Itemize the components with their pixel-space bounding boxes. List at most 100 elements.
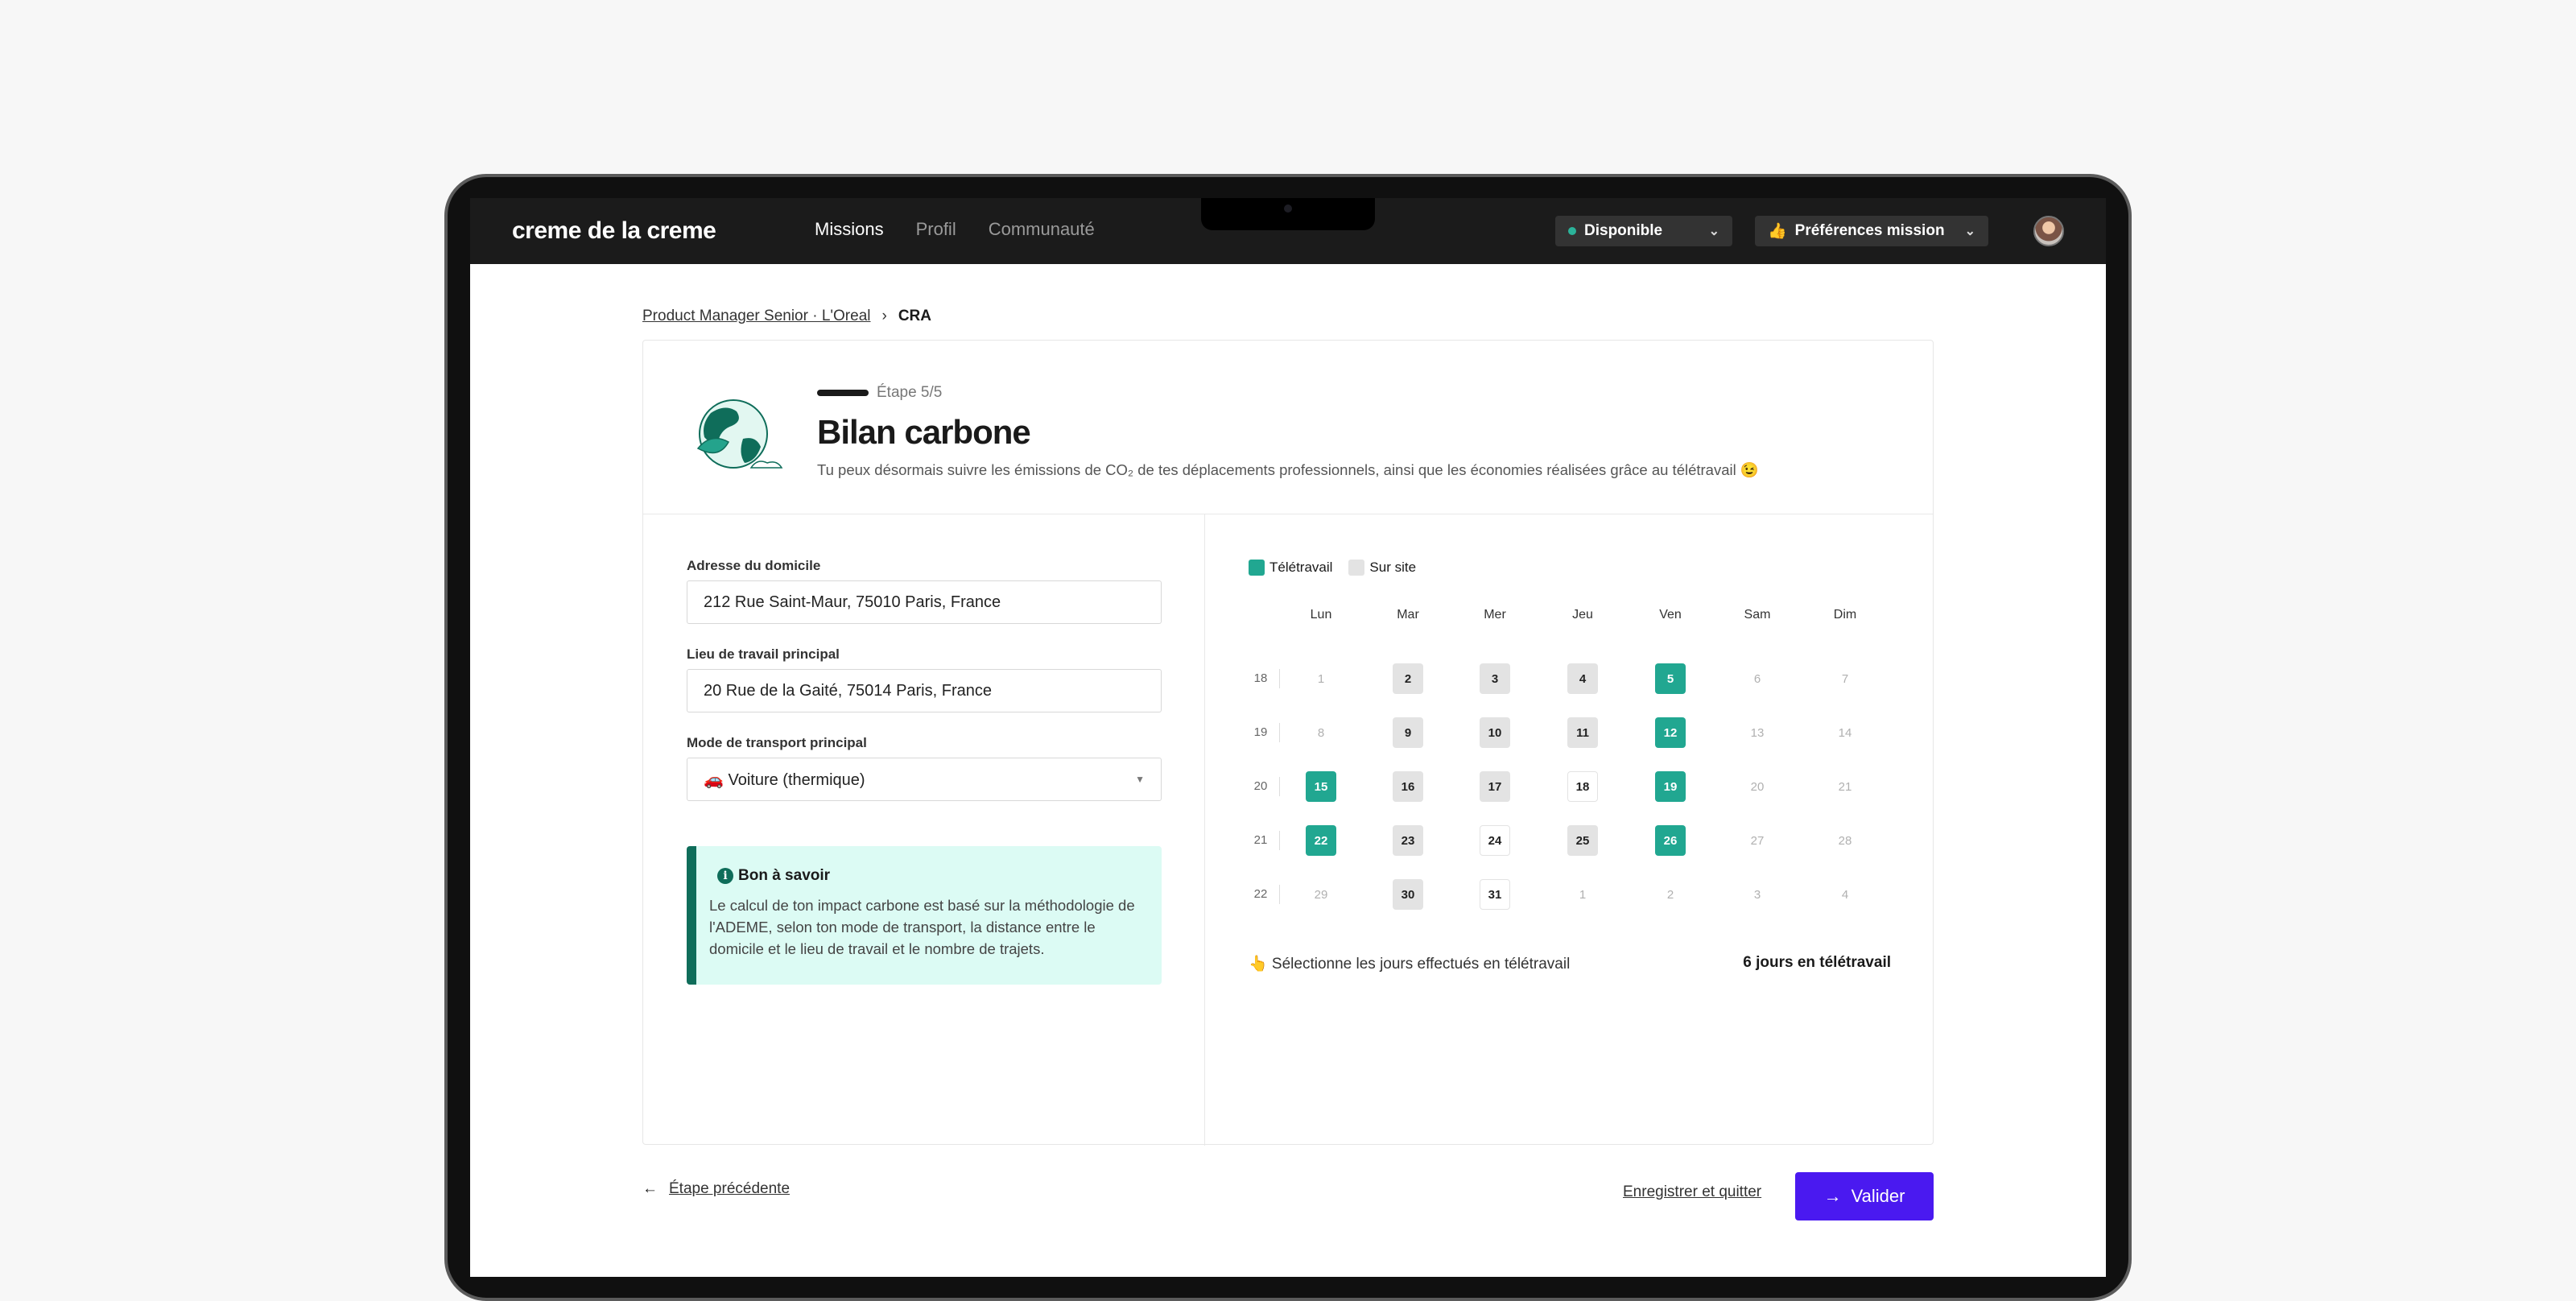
week-number: 19: [1253, 725, 1268, 739]
calendar-day[interactable]: 19: [1655, 771, 1686, 802]
info-icon: i: [717, 868, 733, 884]
info-text: Le calcul de ton impact carbone est basé…: [709, 897, 1135, 957]
home-address-field[interactable]: 212 Rue Saint-Maur, 75010 Paris, France: [687, 580, 1162, 624]
home-address-label: Adresse du domicile: [687, 558, 821, 573]
telework-count: 6 jours en télétravail: [1743, 954, 1891, 971]
transport-label: Mode de transport principal: [687, 735, 867, 750]
weekday-header: Sam: [1744, 608, 1771, 622]
week-number: 21: [1253, 833, 1268, 847]
weekday-header: Jeu: [1572, 608, 1593, 622]
calendar-day: 1: [1317, 671, 1325, 686]
work-address-label: Lieu de travail principal: [687, 646, 840, 662]
calendar-day: 4: [1841, 887, 1849, 902]
arrow-right-icon: →: [1823, 1186, 1842, 1206]
calendar-day[interactable]: 4: [1567, 663, 1598, 694]
info-title-row: i Bon à savoir: [717, 867, 1142, 885]
calendar-hint: 👆 Sélectionne les jours effectués en tél…: [1249, 956, 1571, 973]
chevron-right-icon: ›: [881, 308, 887, 324]
page-title: Bilan carbone: [817, 413, 1031, 451]
calendar-day: 1: [1579, 887, 1587, 902]
week-divider: [1279, 723, 1280, 742]
week-divider: [1279, 777, 1280, 796]
calendar-day[interactable]: 30: [1393, 879, 1423, 910]
step-progress-bar: [817, 390, 869, 396]
step-label: Étape 5/5: [877, 384, 943, 401]
validate-button[interactable]: → Valider: [1795, 1172, 1934, 1220]
calendar-day[interactable]: 15: [1306, 771, 1336, 802]
save-and-quit-link[interactable]: Enregistrer et quitter: [1623, 1183, 1761, 1201]
chevron-down-icon: ⌄: [1708, 225, 1719, 238]
nav-profil[interactable]: Profil: [916, 219, 956, 240]
calendar-day: 2: [1666, 887, 1674, 902]
earth-illustration-icon: [696, 399, 783, 469]
availability-label: Disponible: [1584, 222, 1663, 239]
breadcrumb-parent-link[interactable]: Product Manager Senior · L'Oreal: [642, 308, 871, 325]
week-divider: [1279, 669, 1280, 688]
calendar-day: 13: [1750, 725, 1765, 740]
calendar-day[interactable]: 22: [1306, 825, 1336, 856]
calendar-day[interactable]: 26: [1655, 825, 1686, 856]
avatar[interactable]: [2033, 216, 2064, 246]
work-address-field[interactable]: 20 Rue de la Gaité, 75014 Paris, France: [687, 669, 1162, 712]
breadcrumb: Product Manager Senior · L'Oreal › CRA: [642, 308, 931, 325]
carbon-card: Étape 5/5 Bilan carbone Tu peux désormai…: [642, 340, 1934, 1146]
calendar-day: 20: [1750, 779, 1765, 794]
previous-step-link[interactable]: ← Étape précédente: [642, 1180, 790, 1198]
weekday-header: Mar: [1397, 608, 1419, 622]
chevron-down-icon: ⌄: [1964, 225, 1975, 238]
camera-notch: [1201, 198, 1375, 230]
calendar-legend: Télétravail Sur site: [1249, 560, 1416, 576]
calendar-day: 14: [1838, 725, 1852, 740]
nav-communaute[interactable]: Communauté: [989, 219, 1095, 240]
legend-telework: Télétravail: [1249, 560, 1332, 576]
preferences-dropdown[interactable]: 👍 Préférences mission ⌄: [1755, 216, 1988, 246]
thumbs-up-icon: 👍: [1768, 223, 1787, 240]
app-screen: creme de la creme Missions Profil Commun…: [470, 198, 2106, 1277]
week-divider: [1279, 885, 1280, 904]
legend-telework-swatch: [1249, 560, 1265, 576]
week-number: 22: [1253, 887, 1268, 901]
calendar-day[interactable]: 2: [1393, 663, 1423, 694]
calendar-day[interactable]: 31: [1480, 879, 1510, 910]
calendar-day[interactable]: 12: [1655, 717, 1686, 748]
previous-step-label: Étape précédente: [669, 1180, 791, 1197]
calendar-day[interactable]: 9: [1393, 717, 1423, 748]
camera-icon: [1284, 204, 1292, 213]
legend-onsite-swatch: [1348, 560, 1365, 576]
calendar-day[interactable]: 18: [1567, 771, 1598, 802]
calendar-day[interactable]: 5: [1655, 663, 1686, 694]
nav-links: Missions Profil Communauté: [815, 219, 1095, 240]
legend-onsite-label: Sur site: [1369, 560, 1417, 575]
nav-missions[interactable]: Missions: [815, 219, 884, 240]
calendar-day[interactable]: 16: [1393, 771, 1423, 802]
preferences-label: Préférences mission: [1794, 222, 1945, 239]
calendar-day[interactable]: 3: [1480, 663, 1510, 694]
calendar-day[interactable]: 23: [1393, 825, 1423, 856]
calendar-day: 21: [1838, 779, 1852, 794]
calendar-day[interactable]: 10: [1480, 717, 1510, 748]
commute-form: Adresse du domicile 212 Rue Saint-Maur, …: [643, 514, 1205, 1146]
telework-calendar: Télétravail Sur site Lun Mar Mer Jeu Ven Sam D…: [1205, 514, 1934, 1146]
weekday-header: Ven: [1659, 608, 1682, 622]
weekday-header: Mer: [1484, 608, 1506, 622]
info-title: Bon à savoir: [738, 867, 831, 884]
calendar-day: 27: [1750, 833, 1765, 848]
status-dot-icon: [1568, 227, 1576, 235]
week-number: 20: [1253, 779, 1268, 793]
calendar-day: 29: [1314, 887, 1328, 902]
validate-label: Valider: [1851, 1186, 1905, 1206]
caret-down-icon: ▼: [1135, 774, 1145, 785]
breadcrumb-current: CRA: [898, 308, 931, 324]
calendar-day: 6: [1753, 671, 1761, 686]
brand-logo[interactable]: creme de la creme: [512, 217, 716, 245]
week-divider: [1279, 831, 1280, 850]
calendar-day[interactable]: 24: [1480, 825, 1510, 856]
calendar-day: 3: [1753, 887, 1761, 902]
calendar-day[interactable]: 17: [1480, 771, 1510, 802]
availability-dropdown[interactable]: Disponible ⌄: [1555, 216, 1732, 246]
transport-select[interactable]: 🚗 Voiture (thermique) ▼: [687, 758, 1162, 801]
calendar-day[interactable]: 11: [1567, 717, 1598, 748]
calendar-day: 8: [1317, 725, 1325, 740]
legend-onsite: Sur site: [1348, 560, 1416, 576]
calendar-day[interactable]: 25: [1567, 825, 1598, 856]
